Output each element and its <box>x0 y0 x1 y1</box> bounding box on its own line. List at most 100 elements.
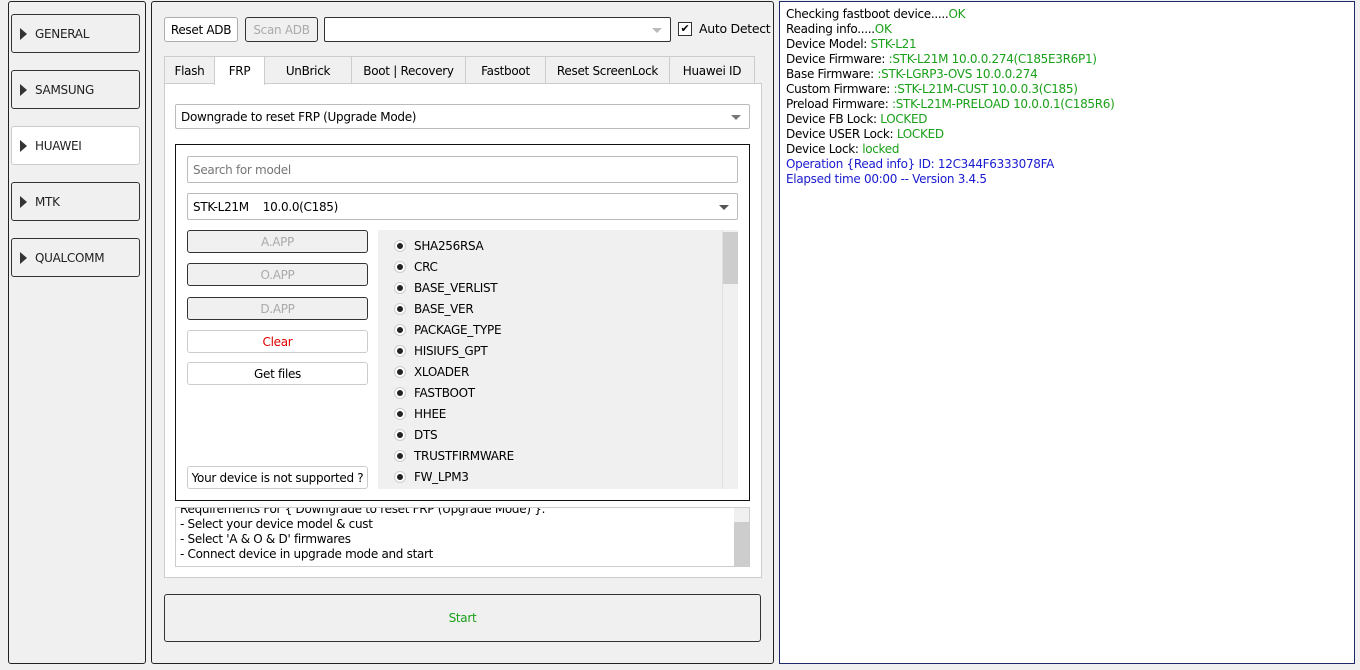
sidebar-item-label: GENERAL <box>35 26 90 41</box>
chevron-down-icon <box>652 27 662 33</box>
log-line: Preload Firmware: :STK-L21M-PRELOAD 10.0… <box>786 97 1354 112</box>
requirements-scrollbar[interactable] <box>734 508 749 566</box>
tab-reset-screenlock[interactable]: Reset ScreenLock <box>545 56 670 84</box>
partition-item[interactable]: FASTBOOT <box>394 384 475 402</box>
a-app-button[interactable]: A.APP <box>187 230 368 253</box>
log-line: Reading info.....OK <box>786 22 1354 37</box>
requirements-line: - Connect device in upgrade mode and sta… <box>180 547 434 561</box>
log-label: Checking fastboot device..... <box>786 7 949 21</box>
partition-item[interactable]: PACKAGE_TYPE <box>394 321 502 339</box>
log-output: Checking fastboot device.....OK Reading i… <box>779 1 1355 664</box>
partition-label: BASE_VERLIST <box>414 281 498 295</box>
radio-selected-icon <box>394 303 406 315</box>
log-value: :STK-L21M-CUST 10.0.0.3(C185) <box>893 82 1078 96</box>
log-value: :STK-L21M 10.0.0.274(C185E3R6P1) <box>888 52 1097 66</box>
tab-huawei-id[interactable]: Huawei ID <box>669 56 755 84</box>
requirements-textbox[interactable]: Requirements For { Downgrade to reset FR… <box>175 507 750 567</box>
radio-selected-icon <box>394 324 406 336</box>
auto-detect-checkbox[interactable]: ✔ <box>678 22 692 36</box>
get-files-button[interactable]: Get files <box>187 362 368 385</box>
not-supported-button[interactable]: Your device is not supported ? <box>187 466 368 489</box>
log-value: OK <box>948 7 966 21</box>
partition-label: FW_LPM3 <box>414 470 469 484</box>
partition-item[interactable]: HHEE <box>394 405 446 423</box>
log-label: Elapsed time 00:00 -- Version 3.4.5 <box>786 172 987 186</box>
partition-label: CRC <box>414 260 438 274</box>
auto-detect-label: Auto Detect <box>699 21 771 36</box>
log-label: Device FB Lock: <box>786 112 881 126</box>
log-label: Device USER Lock: <box>786 127 897 141</box>
log-value: :STK-LGRP3-OVS 10.0.0.274 <box>877 67 1038 81</box>
log-label: Preload Firmware: <box>786 97 892 111</box>
sidebar-item-label: MTK <box>35 194 60 209</box>
partition-item[interactable]: HISIUFS_GPT <box>394 342 488 360</box>
clear-button[interactable]: Clear <box>187 330 368 353</box>
partition-label: HHEE <box>414 407 447 421</box>
tab-boot-recovery[interactable]: Boot | Recovery <box>351 56 466 84</box>
sidebar-item-qualcomm[interactable]: QUALCOMM <box>11 238 140 277</box>
requirements-line: - Select your device model & cust <box>180 517 373 531</box>
sidebar-item-samsung[interactable]: SAMSUNG <box>11 70 140 109</box>
d-app-button[interactable]: D.APP <box>187 297 368 320</box>
radio-selected-icon <box>394 429 406 441</box>
model-name: STK-L21M <box>193 199 249 214</box>
log-line: Device Lock: locked <box>786 142 1354 157</box>
chevron-down-icon <box>719 204 729 210</box>
start-button[interactable]: Start <box>164 594 761 642</box>
log-label: Operation {Read info} ID: 12C344F6333078… <box>786 157 1055 171</box>
partition-item[interactable]: XLOADER <box>394 363 469 381</box>
log-label: Device Firmware: <box>786 52 889 66</box>
log-line: Device Firmware: :STK-L21M 10.0.0.274(C1… <box>786 52 1354 67</box>
partition-item[interactable]: DTS <box>394 426 438 444</box>
partition-label: DTS <box>414 428 438 442</box>
sidebar-item-label: HUAWEI <box>35 138 82 153</box>
partition-item[interactable]: CRC <box>394 258 438 276</box>
tab-flash[interactable]: Flash <box>164 56 215 84</box>
log-label: Device Lock: <box>786 142 863 156</box>
triangle-right-icon <box>20 27 27 40</box>
partition-item[interactable]: SHA256RSA <box>394 237 484 255</box>
tab-frp[interactable]: FRP <box>214 56 265 85</box>
log-line: Operation {Read info} ID: 12C344F6333078… <box>786 157 1354 172</box>
log-value: LOCKED <box>896 127 944 141</box>
port-select[interactable] <box>324 17 671 42</box>
partition-item[interactable]: TRUSTFIRMWARE <box>394 447 514 465</box>
requirements-line: - Select 'A & O & D' firmwares <box>180 532 351 546</box>
radio-selected-icon <box>394 345 406 357</box>
radio-selected-icon <box>394 387 406 399</box>
log-line: Checking fastboot device.....OK <box>786 7 1354 22</box>
log-label: Device Model: <box>786 37 871 51</box>
radio-selected-icon <box>394 366 406 378</box>
sidebar-item-huawei[interactable]: HUAWEI <box>11 126 140 165</box>
radio-selected-icon <box>394 261 406 273</box>
tab-unbrick[interactable]: UnBrick <box>264 56 352 84</box>
sidebar-item-general[interactable]: GENERAL <box>11 14 140 53</box>
sidebar-item-mtk[interactable]: MTK <box>11 182 140 221</box>
partition-item[interactable]: BASE_VER <box>394 300 474 318</box>
search-input[interactable]: Search for model <box>187 156 738 183</box>
log-label: Reading info..... <box>786 22 875 36</box>
sidebar-item-label: SAMSUNG <box>35 82 94 97</box>
radio-selected-icon <box>394 408 406 420</box>
log-value: LOCKED <box>880 112 928 126</box>
partition-label: HISIUFS_GPT <box>414 344 488 358</box>
partition-item[interactable]: BASE_VERLIST <box>394 279 498 297</box>
model-version: 10.0.0(C185) <box>262 199 339 214</box>
sidebar-item-label: QUALCOMM <box>35 250 105 265</box>
log-label: Base Firmware: <box>786 67 878 81</box>
partition-item[interactable]: FW_LPM3 <box>394 468 469 486</box>
method-value: Downgrade to reset FRP (Upgrade Mode) <box>181 109 417 124</box>
log-line: Elapsed time 00:00 -- Version 3.4.5 <box>786 172 1354 187</box>
requirements-line: Requirements For { Downgrade to reset FR… <box>180 507 546 516</box>
o-app-button[interactable]: O.APP <box>187 263 368 286</box>
partition-list-scrollbar[interactable] <box>722 230 738 489</box>
model-select[interactable]: STK-L21M 10.0.0(C185) <box>187 193 738 220</box>
scan-adb-button[interactable]: Scan ADB <box>245 17 318 42</box>
triangle-right-icon <box>20 251 27 264</box>
tab-fastboot[interactable]: Fastboot <box>465 56 546 84</box>
method-select[interactable]: Downgrade to reset FRP (Upgrade Mode) <box>175 104 750 129</box>
radio-selected-icon <box>394 282 406 294</box>
log-line: Device USER Lock: LOCKED <box>786 127 1354 142</box>
reset-adb-button[interactable]: Reset ADB <box>164 17 238 42</box>
log-value: locked <box>862 142 900 156</box>
